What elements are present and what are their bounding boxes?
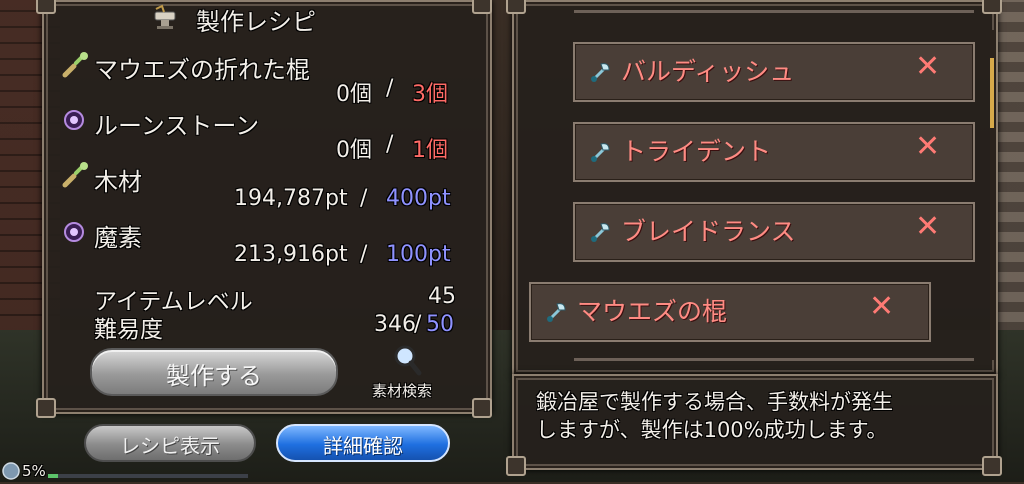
wood-icon — [60, 160, 90, 190]
panel-corner-ornament — [506, 0, 526, 14]
unavailable-mark: ✕ — [915, 49, 941, 84]
material-sep: / — [360, 186, 368, 211]
details-button[interactable]: 詳細確認 — [276, 424, 450, 462]
recipe-item[interactable]: トライデント ✕ — [573, 122, 975, 182]
magnifier-icon[interactable] — [392, 344, 422, 376]
list-divider — [574, 358, 974, 361]
material-need: 3個 — [412, 82, 448, 107]
recipe-item-selected[interactable]: マウエズの棍 ✕ — [529, 282, 931, 342]
info-message-line2: しますが、製作は100%成功します。 — [536, 418, 888, 442]
difficulty-sep: / — [414, 312, 422, 337]
broken-staff-icon — [60, 50, 90, 80]
recipe-item[interactable]: バルディッシュ ✕ — [573, 42, 975, 102]
panel-corner-ornament — [36, 398, 56, 418]
unavailable-mark: ✕ — [915, 129, 941, 164]
recipe-name: マウエズの棍 — [577, 297, 728, 326]
blade-lance-icon — [587, 218, 615, 246]
difficulty-value: 346 — [374, 312, 416, 337]
material-name: マウエズの折れた棍 — [94, 56, 310, 84]
status-bar — [48, 474, 248, 478]
recipe-name: バルディッシュ — [621, 57, 795, 86]
material-sep: / — [360, 242, 368, 267]
material-have: 194,787pt — [234, 186, 348, 211]
details-button-label: 詳細確認 — [323, 434, 403, 458]
craft-button[interactable]: 製作する — [90, 348, 338, 396]
craft-button-label: 製作する — [166, 362, 262, 390]
staff-icon — [543, 298, 571, 326]
window-title: 製作レシピ — [196, 8, 316, 36]
info-message-line1: 鍛冶屋で製作する場合、手数料が発生 — [536, 390, 893, 414]
material-search-label[interactable]: 素材検索 — [372, 380, 432, 401]
anvil-icon — [152, 4, 178, 30]
unavailable-mark: ✕ — [869, 289, 895, 324]
scrollbar[interactable] — [990, 30, 994, 360]
difficulty-label: 難易度 — [94, 317, 163, 343]
material-need: 100pt — [386, 242, 451, 267]
material-have: 213,916pt — [234, 242, 348, 267]
status-bar-fill — [48, 474, 58, 478]
panel-corner-ornament — [472, 0, 492, 14]
material-sep: / — [386, 132, 394, 157]
difficulty-max: 50 — [426, 312, 454, 337]
recipe-show-button[interactable]: レシピ表示 — [84, 424, 256, 462]
recipe-name: トライデント — [621, 137, 772, 166]
panel-corner-ornament — [982, 0, 1002, 14]
status-orb-icon — [2, 462, 20, 480]
panel-corner-ornament — [506, 456, 526, 476]
recipe-show-button-label: レシピ表示 — [120, 434, 220, 458]
status-percent: 5% — [22, 462, 46, 480]
halberd-icon — [587, 58, 615, 86]
material-have: 0個 — [336, 138, 372, 163]
unavailable-mark: ✕ — [915, 209, 941, 244]
panel-corner-ornament — [36, 0, 56, 14]
rune-stone-icon — [62, 108, 86, 132]
scrollbar-thumb[interactable] — [990, 58, 994, 128]
material-need: 1個 — [412, 138, 448, 163]
panel-corner-ornament — [472, 398, 492, 418]
material-need: 400pt — [386, 186, 451, 211]
material-name: 木材 — [94, 168, 142, 196]
panel-corner-ornament — [982, 456, 1002, 476]
list-divider — [574, 10, 974, 13]
item-level-value: 45 — [428, 284, 456, 309]
material-sep: / — [386, 76, 394, 101]
trident-icon — [587, 138, 615, 166]
recipe-item[interactable]: ブレイドランス ✕ — [573, 202, 975, 262]
recipe-name: ブレイドランス — [621, 217, 796, 246]
magic-essence-icon — [62, 220, 86, 244]
material-name: ルーンストーン — [94, 112, 260, 140]
material-name: 魔素 — [94, 224, 142, 252]
material-have: 0個 — [336, 82, 372, 107]
